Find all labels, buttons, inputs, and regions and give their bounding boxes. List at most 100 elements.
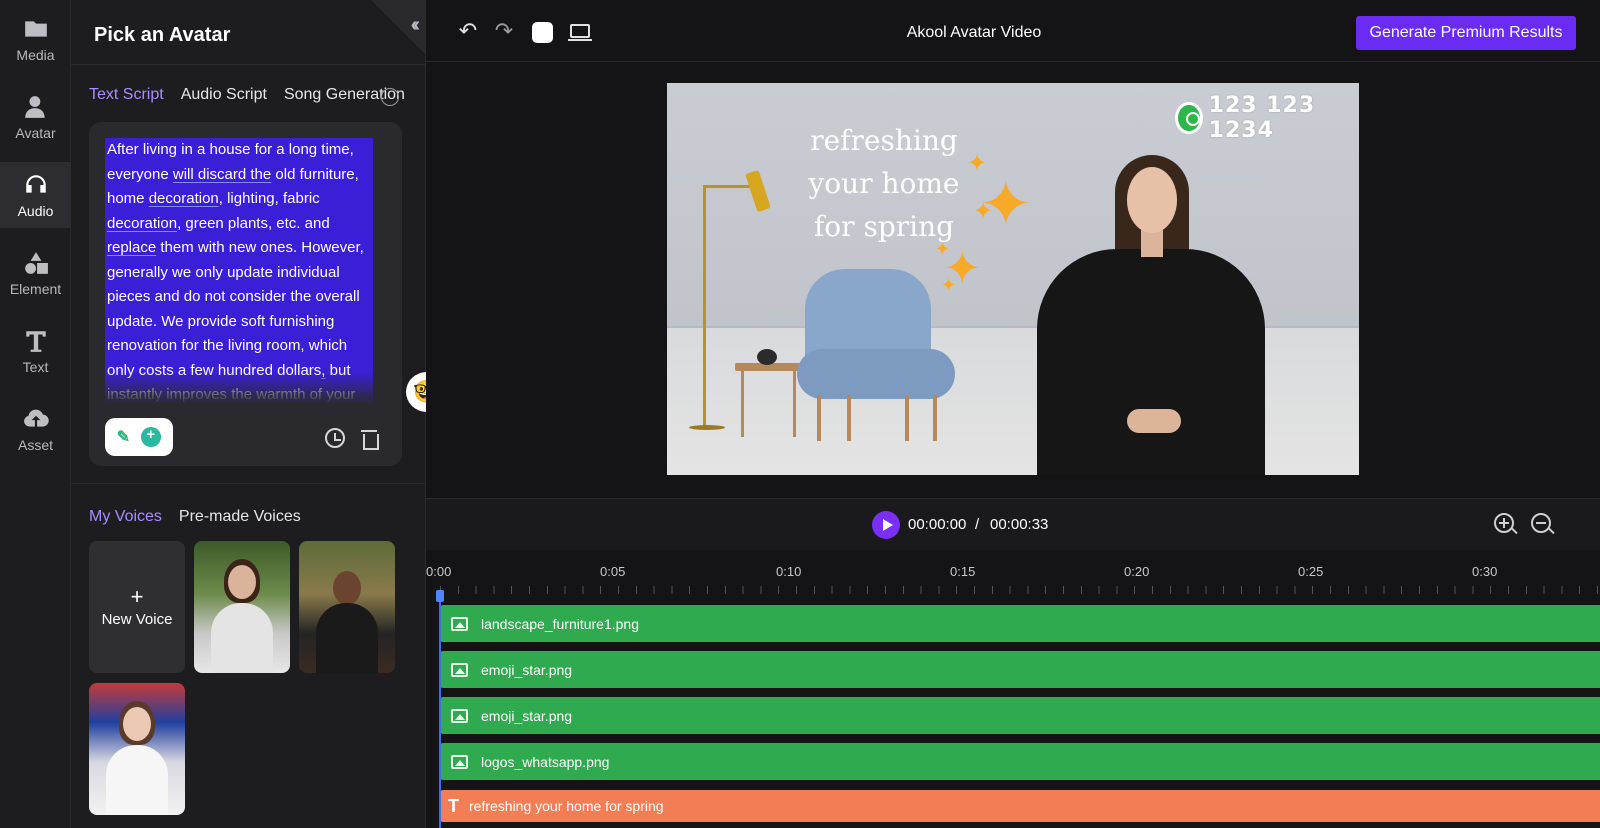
plus-icon: +: [130, 583, 144, 609]
generate-premium-button[interactable]: Generate Premium Results: [1356, 16, 1576, 50]
time-ruler[interactable]: 0:00 0:05 0:10 0:15 0:20 0:25 0:30: [426, 550, 1600, 594]
phone-number: 123 123 1234: [1208, 93, 1316, 143]
avatar-face: [123, 707, 151, 741]
magic-pen-icon[interactable]: ✎: [117, 427, 130, 447]
tick-marks: [440, 586, 1600, 594]
playhead[interactable]: [439, 590, 441, 828]
star-icon[interactable]: ✦: [941, 275, 956, 296]
play-button[interactable]: [872, 511, 900, 539]
rail-label-media: Media: [16, 47, 55, 63]
track-label: refreshing your home for spring: [469, 798, 664, 814]
double-chevron-left-icon: ‹‹: [410, 14, 421, 36]
rail-label-asset: Asset: [17, 437, 53, 453]
rail-item-audio[interactable]: Audio: [0, 162, 71, 228]
cloud-upload-icon: [22, 405, 50, 433]
timeline-track-image[interactable]: logos_whatsapp.png: [440, 743, 1600, 780]
avatar-body: [106, 745, 168, 815]
playback-bar: 00:00:00 / 00:00:33: [426, 498, 1600, 550]
tick-label: 0:00: [426, 564, 452, 579]
rail-item-asset[interactable]: Asset: [0, 396, 71, 462]
text-icon: T: [448, 795, 459, 816]
scroll-fade: [105, 372, 373, 406]
voice-tabs: My Voices Pre-made Voices: [89, 508, 301, 526]
star-icon[interactable]: ✦: [973, 197, 993, 226]
rail-item-text[interactable]: Text: [0, 318, 71, 384]
trash-icon[interactable]: [361, 428, 379, 450]
rail-item-media[interactable]: Media: [0, 6, 71, 72]
tick-label: 0:15: [950, 564, 976, 579]
app-root: Media Avatar Audio Element Text Asset Pi…: [0, 0, 1600, 828]
voice-card-avatar[interactable]: [194, 541, 290, 673]
rail-label-avatar: Avatar: [15, 125, 56, 141]
script-segment: , lighting, fabric: [218, 190, 320, 207]
timeline-track-image[interactable]: emoji_star.png: [440, 651, 1600, 688]
script-editor[interactable]: After living in a house for a long time,…: [89, 122, 402, 466]
left-rail: Media Avatar Audio Element Text Asset: [0, 0, 71, 828]
avatar-body: [316, 603, 378, 673]
playhead-handle[interactable]: [436, 590, 444, 602]
tick-label: 0:30: [1472, 564, 1498, 579]
history-icon[interactable]: [325, 428, 345, 448]
divider: [71, 64, 426, 65]
timeline-track-text[interactable]: T refreshing your home for spring: [440, 790, 1600, 822]
ai-idea-icon[interactable]: [141, 426, 162, 447]
tick-label: 0:25: [1298, 564, 1324, 579]
lamp-head: [745, 169, 771, 213]
rail-item-element[interactable]: Element: [0, 240, 71, 306]
script-segment-flagged: replace: [107, 239, 157, 256]
script-textarea[interactable]: After living in a house for a long time,…: [105, 138, 373, 406]
timeline-track-image[interactable]: landscape_furniture1.png: [440, 605, 1600, 642]
zoom-out-icon[interactable]: [1531, 513, 1551, 533]
timeline[interactable]: 0:00 0:05 0:10 0:15 0:20 0:25 0:30 lands…: [426, 550, 1600, 828]
tab-premade-voices[interactable]: Pre-made Voices: [179, 508, 301, 526]
video-canvas[interactable]: refreshing your home for spring ✦ ✦ ✦ ✦ …: [667, 83, 1359, 475]
voice-card-avatar[interactable]: [89, 683, 185, 815]
tick-label: 0:10: [776, 564, 802, 579]
divider: [71, 483, 426, 484]
lamp-arm: [703, 185, 753, 188]
avatar-face: [333, 571, 361, 605]
ai-tools-pill: ✎: [105, 418, 173, 456]
tab-audio-script[interactable]: Audio Script: [181, 86, 267, 104]
top-toolbar: ↶ ↷ Akool Avatar Video Generate Premium …: [426, 0, 1600, 62]
chair-leg: [817, 395, 821, 441]
image-icon: [451, 754, 468, 769]
zoom-plus-v: [1503, 518, 1505, 528]
whatsapp-contact[interactable]: 123 123 1234: [1175, 93, 1359, 143]
track-label: landscape_furniture1.png: [481, 615, 640, 632]
avatar-body: [211, 603, 273, 673]
whatsapp-icon: [1175, 102, 1203, 134]
zoom-in-icon[interactable]: [1494, 513, 1514, 533]
avatar-presenter[interactable]: [1037, 249, 1265, 475]
lamp-base: [689, 425, 725, 430]
track-label: emoji_star.png: [481, 707, 573, 724]
voice-card-avatar[interactable]: [299, 541, 395, 673]
overlay-line: refreshing: [810, 124, 958, 157]
rail-item-avatar[interactable]: Avatar: [0, 84, 71, 150]
tab-text-script[interactable]: Text Script: [89, 86, 164, 104]
lamp: [703, 185, 706, 428]
folder-icon: [22, 15, 50, 43]
image-icon: [451, 708, 468, 723]
tab-my-voices[interactable]: My Voices: [89, 508, 162, 526]
time-separator: /: [975, 516, 980, 533]
help-icon[interactable]: [381, 88, 399, 106]
script-segment-flagged: will discard the: [172, 165, 272, 183]
avatar-hands: [1127, 409, 1181, 433]
collapse-panel-button[interactable]: ‹‹: [371, 0, 425, 54]
rail-label-audio: Audio: [17, 203, 54, 219]
headphones-icon: [22, 171, 50, 199]
collapse-corner: [371, 0, 425, 54]
armchair-seat: [797, 349, 955, 399]
avatar-icon: [22, 93, 50, 121]
text-icon: [22, 327, 50, 355]
timeline-track-image[interactable]: emoji_star.png: [440, 697, 1600, 734]
chair-leg: [847, 395, 851, 441]
avatar-panel: Pick an Avatar ‹‹ Text Script Audio Scri…: [71, 0, 426, 828]
total-time: 00:00:33: [990, 516, 1049, 533]
current-time: 00:00:00: [908, 516, 967, 533]
new-voice-button[interactable]: + New Voice: [89, 541, 185, 673]
shapes-icon: [22, 249, 50, 277]
tick-label: 0:20: [1124, 564, 1150, 579]
overlay-text[interactable]: refreshing your home for spring: [799, 119, 969, 248]
